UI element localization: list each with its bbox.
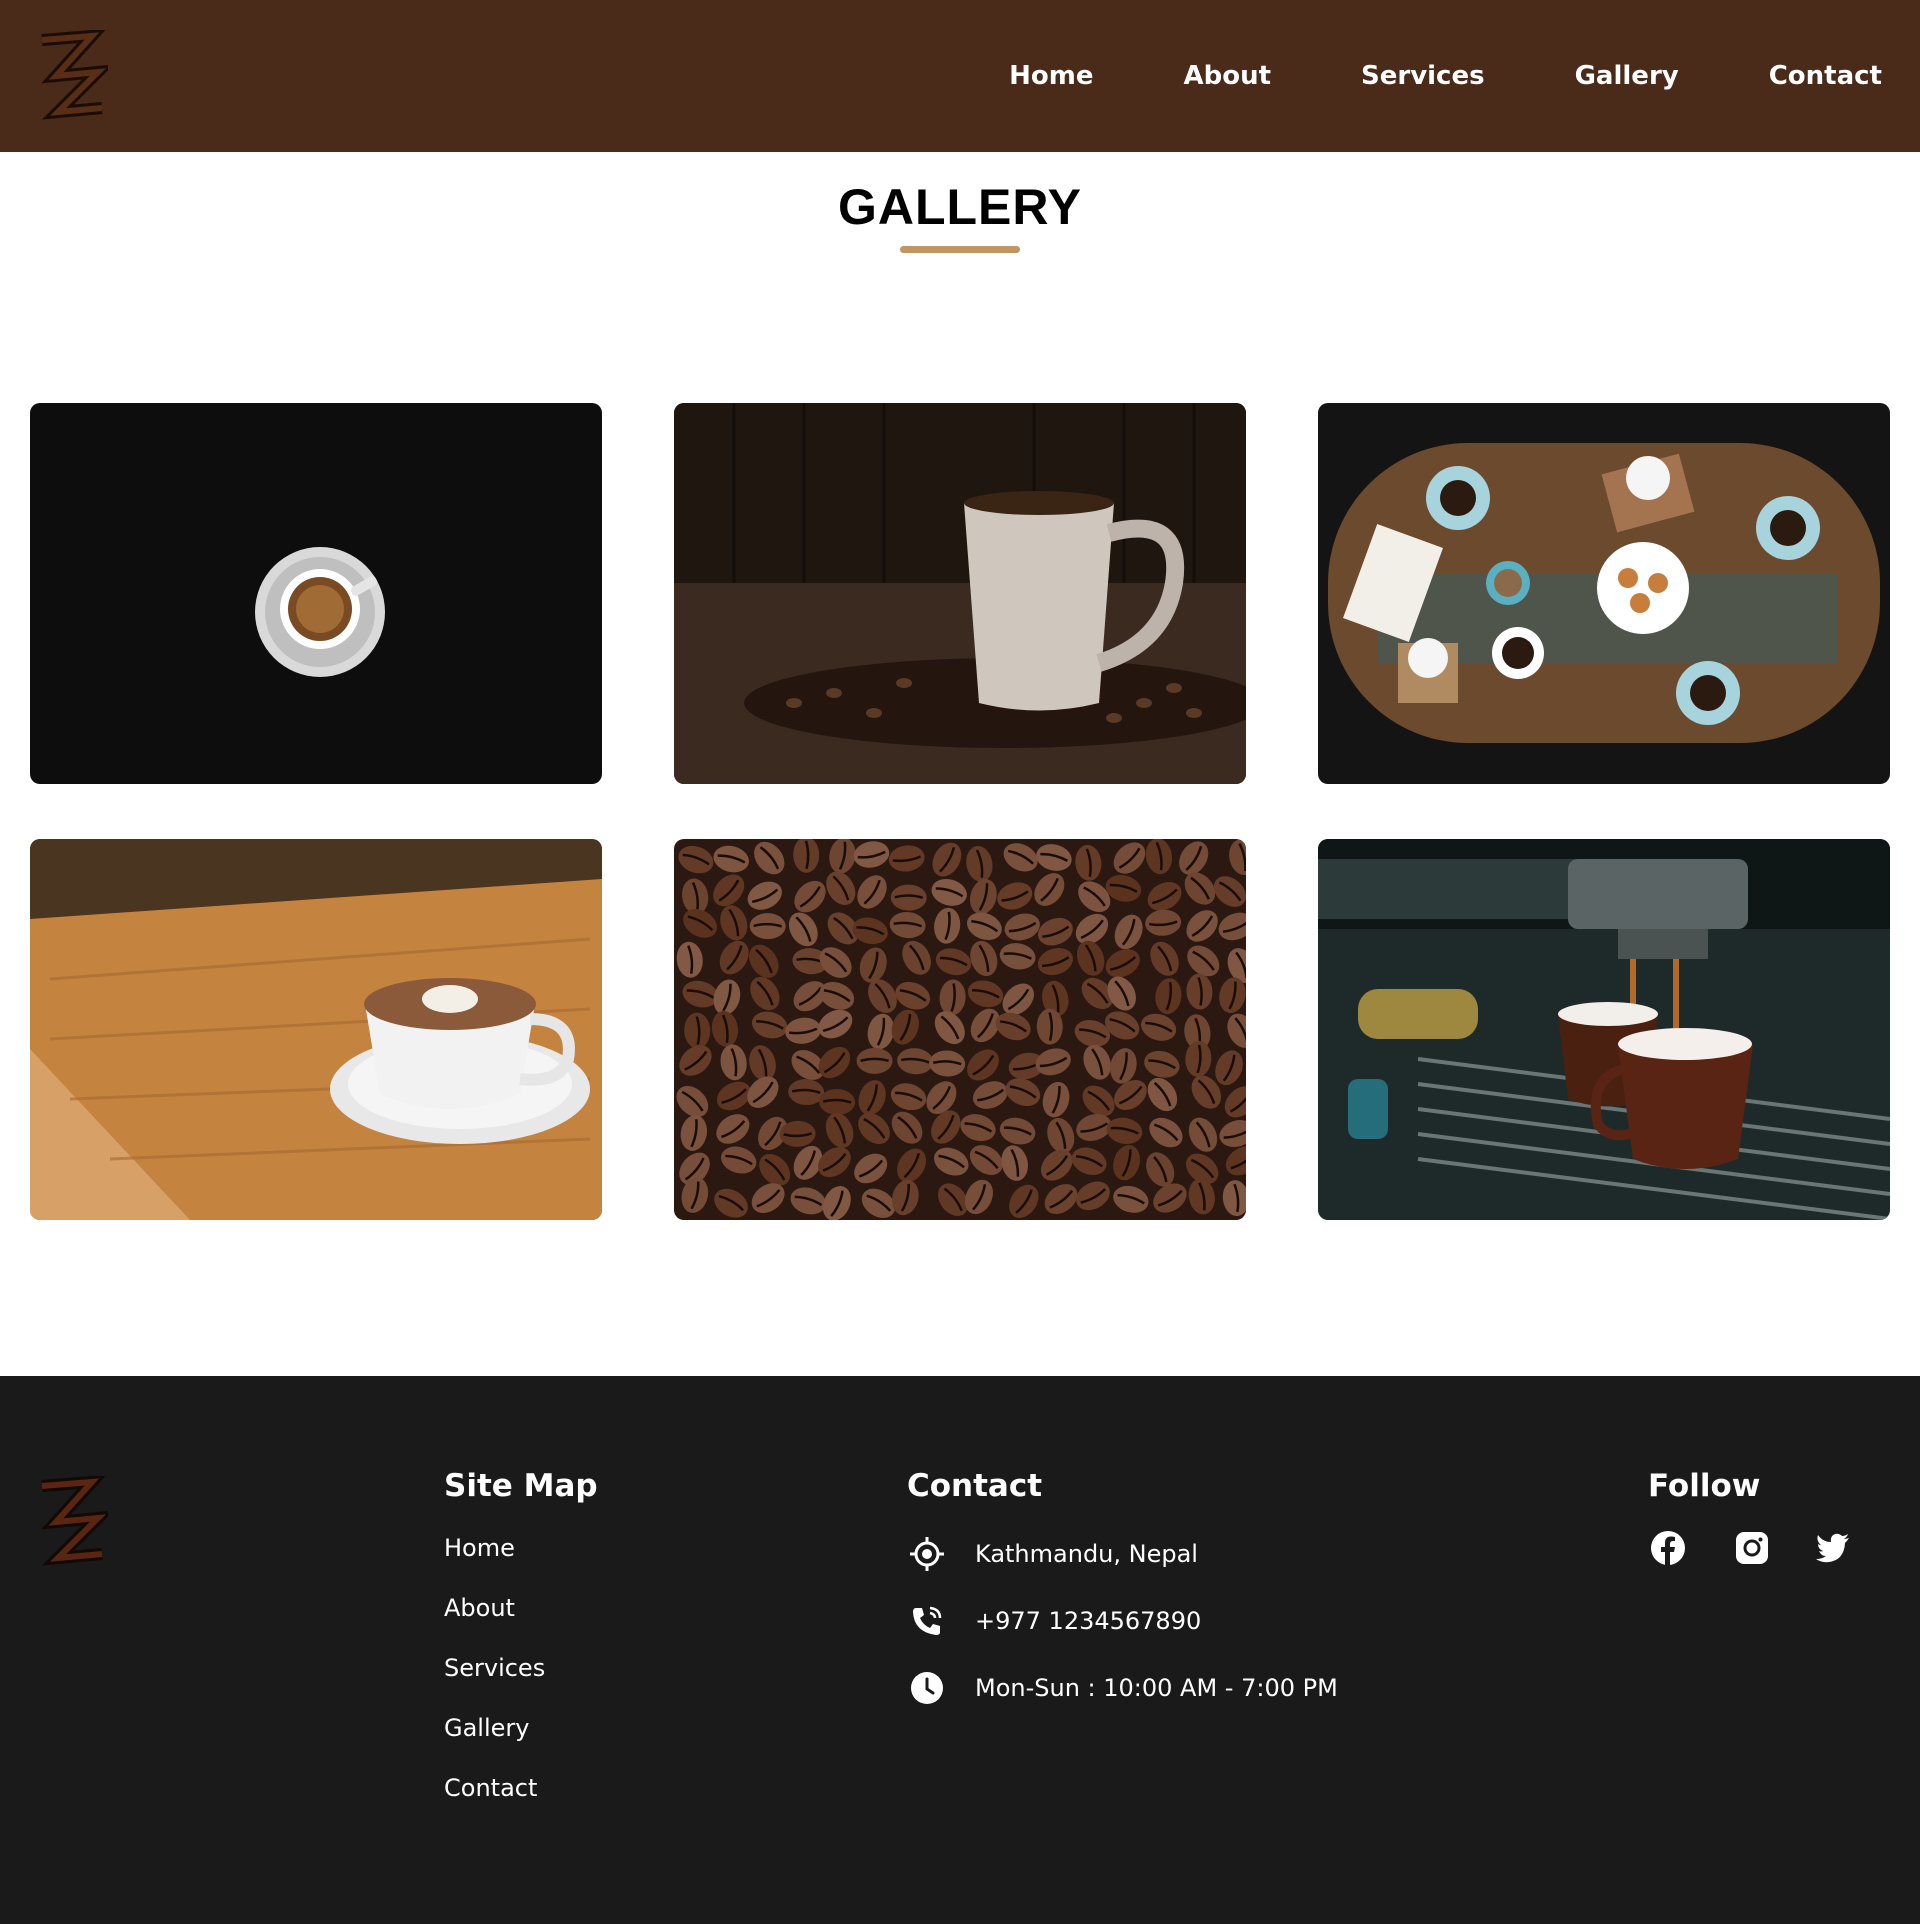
facebook-icon[interactable] <box>1648 1528 1688 1568</box>
contact-phone-row: +977 1234567890 <box>907 1601 1201 1641</box>
page-title: GALLERY <box>837 179 1083 235</box>
footer-link-gallery[interactable]: Gallery <box>444 1714 529 1742</box>
nav-about[interactable]: About <box>1183 56 1271 96</box>
gallery-image-beans[interactable] <box>674 839 1246 1220</box>
gallery-image-espresso-machine[interactable] <box>1318 839 1890 1220</box>
site-header: Home About Services Gallery Contact <box>0 0 1920 152</box>
contact-phone: +977 1234567890 <box>975 1607 1202 1635</box>
gallery-image-mug[interactable] <box>674 403 1246 784</box>
sitemap-title: Site Map <box>444 1468 598 1504</box>
contact-hours-row: Mon-Sun : 10:00 AM - 7:00 PM <box>907 1668 1338 1708</box>
gallery-image-latte[interactable] <box>30 839 602 1220</box>
main-nav: Home About Services Gallery Contact <box>919 56 1882 96</box>
gallery-image-espresso[interactable] <box>30 403 602 784</box>
footer-link-about[interactable]: About <box>444 1594 515 1622</box>
site-footer: Site Map Home About Services Gallery Con… <box>0 1376 1920 1924</box>
location-target-icon <box>907 1534 947 1574</box>
nav-gallery[interactable]: Gallery <box>1575 56 1679 96</box>
phone-icon <box>907 1601 947 1641</box>
twitter-icon[interactable] <box>1813 1528 1853 1568</box>
contact-title: Contact <box>907 1468 1043 1504</box>
logo-icon[interactable] <box>36 30 108 122</box>
footer-logo-icon[interactable] <box>36 1476 108 1568</box>
instagram-icon[interactable] <box>1732 1528 1772 1568</box>
footer-link-services[interactable]: Services <box>444 1654 545 1682</box>
follow-title: Follow <box>1648 1468 1761 1504</box>
contact-location-row: Kathmandu, Nepal <box>907 1534 1198 1574</box>
footer-link-contact[interactable]: Contact <box>444 1774 537 1802</box>
nav-contact[interactable]: Contact <box>1769 56 1882 96</box>
nav-services[interactable]: Services <box>1361 56 1485 96</box>
gallery-image-cafe-table[interactable] <box>1318 403 1890 784</box>
nav-home[interactable]: Home <box>1009 56 1093 96</box>
footer-link-home[interactable]: Home <box>444 1534 515 1562</box>
title-underline <box>900 246 1020 253</box>
clock-icon <box>907 1668 947 1708</box>
contact-location: Kathmandu, Nepal <box>975 1540 1198 1568</box>
contact-hours: Mon-Sun : 10:00 AM - 7:00 PM <box>975 1674 1338 1702</box>
